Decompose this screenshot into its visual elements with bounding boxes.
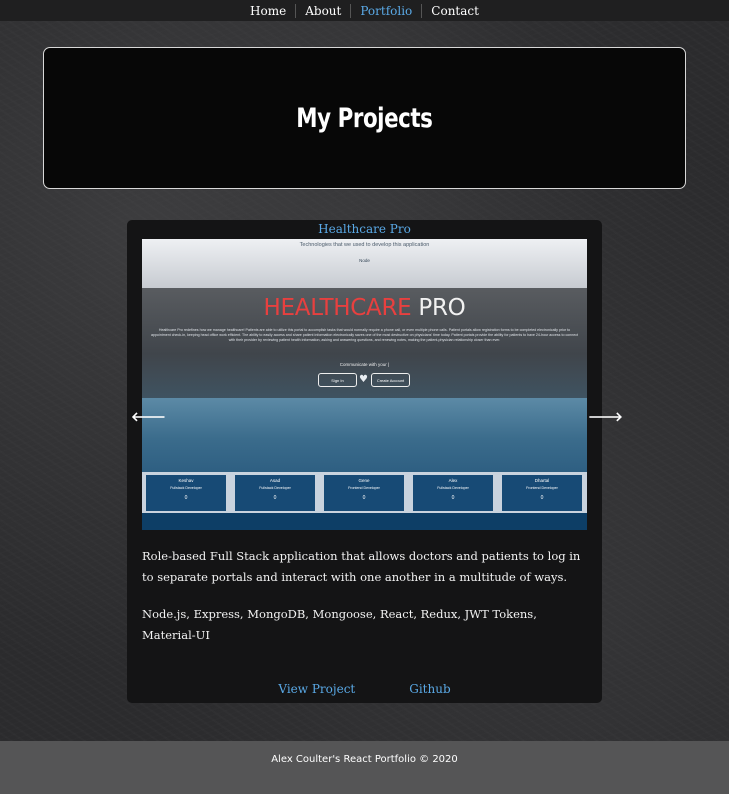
screenshot-hero: HEALTHCARE PRO Healthcare Pro redefines … — [142, 288, 587, 398]
project-technologies: Node.js, Express, MongoDB, Mongoose, Rea… — [142, 607, 537, 642]
screenshot-team-section: Keshav Fullstack Developer 0 Asad Fullst… — [142, 472, 587, 530]
top-navbar: Home About Portfolio Contact — [0, 0, 729, 21]
project-title: Healthcare Pro — [318, 222, 411, 236]
nav-about[interactable]: About — [295, 3, 350, 18]
team-member-card: Gene Frontend Developer 0 — [324, 475, 404, 511]
screenshot-footer-bar — [142, 513, 587, 530]
team-member-card: Alex Fullstack Developer 0 — [413, 475, 493, 511]
nav-home[interactable]: Home — [241, 4, 295, 18]
team-member-card: Asad Fullstack Developer 0 — [235, 475, 315, 511]
team-member-card: Keshav Fullstack Developer 0 — [146, 475, 226, 511]
healthcare-pro-logo: HEALTHCARE PRO — [263, 295, 466, 321]
project-card: Healthcare Pro Technologies that we used… — [127, 220, 623, 703]
screenshot-tech-strip: Technologies that we used to develop thi… — [142, 239, 587, 288]
project-links: View Project Github — [127, 682, 602, 696]
page-footer: Alex Coulter's React Portfolio © 2020 — [0, 741, 729, 794]
screenshot-gradient-section — [142, 398, 587, 472]
github-link[interactable]: Github — [409, 682, 450, 696]
page-title: My Projects — [296, 102, 433, 134]
heartbeat-icon: ♥ — [359, 374, 368, 385]
screenshot-communicate-text: Communicate with your | — [339, 362, 390, 367]
nav-contact[interactable]: Contact — [421, 3, 488, 18]
view-project-link[interactable]: View Project — [278, 682, 355, 696]
project-screenshot-carousel: Technologies that we used to develop thi… — [142, 239, 587, 530]
screenshot-tech-heading: Technologies that we used to develop thi… — [299, 242, 430, 248]
nav-portfolio[interactable]: Portfolio — [350, 3, 421, 18]
screenshot-signin-button: Sign In — [318, 373, 357, 387]
screenshot-create-account-button: Create Account — [371, 373, 410, 387]
screenshot-tech-items: Node — [359, 258, 370, 263]
carousel-prev-arrow-icon[interactable]: 🡐 — [131, 409, 166, 425]
project-description: Role-based Full Stack application that a… — [142, 549, 581, 584]
screenshot-description: Healthcare Pro redefines how we manage h… — [150, 328, 579, 342]
carousel-next-arrow-icon[interactable]: 🡒 — [588, 409, 623, 425]
footer-copyright: Alex Coulter's React Portfolio © 2020 — [271, 754, 458, 765]
team-member-card: Dhartal Frontend Developer 0 — [502, 475, 582, 511]
page-header: My Projects — [43, 47, 686, 189]
